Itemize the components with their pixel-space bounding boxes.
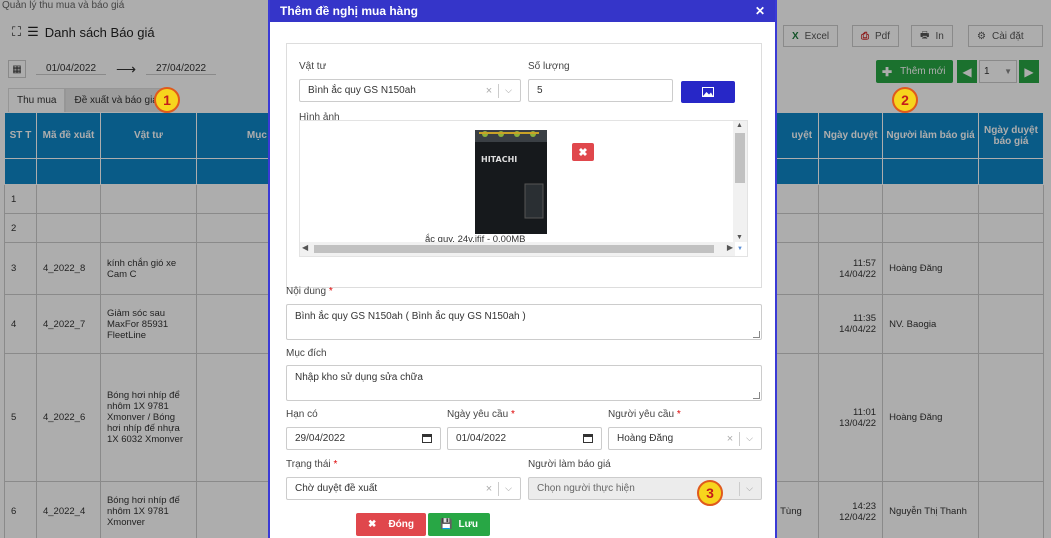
battery-image[interactable]: HITACHI (471, 124, 551, 236)
horizontal-scroll-thumb[interactable] (314, 245, 714, 253)
purchase-request-modal: Thêm đề nghị mua hàng ✕ Vật tư Bình ắc q… (268, 0, 777, 538)
han-co-date-input[interactable]: 29/04/2022 (286, 427, 441, 450)
expand-image-icon[interactable]: ▼ (737, 246, 745, 254)
delete-icon: ✖ (578, 146, 588, 159)
ngay-yeu-cau-date-input[interactable]: 01/04/2022 (447, 427, 602, 450)
muc-dich-value: Nhập kho sử dụng sửa chữa (295, 372, 423, 383)
close-x-icon: ✖ (368, 519, 377, 530)
modal-title: Thêm đề nghị mua hàng (280, 4, 419, 18)
image-preview-area: HITACHI ắc quy. 24v.jfif - 0.00MB ▲ ▼ ◀ … (299, 120, 748, 257)
battery-brand: HITACHI (481, 155, 517, 164)
save-button[interactable]: 💾 Lưu (428, 513, 490, 536)
ngay-yeu-cau-label-text: Ngày yêu cầu (447, 409, 509, 420)
horizontal-scrollbar[interactable]: ◀ ▶ (300, 242, 735, 256)
clear-icon[interactable]: × (486, 85, 492, 97)
so-luong-input[interactable]: 5 (528, 79, 673, 102)
scroll-up-icon[interactable]: ▲ (736, 122, 743, 129)
select-divider (498, 481, 500, 496)
nguoi-yeu-cau-select[interactable]: Hoàng Đăng × ⌵ (608, 427, 762, 450)
calendar-icon[interactable] (583, 434, 593, 443)
resize-handle[interactable] (753, 392, 760, 399)
chevron-down-icon[interactable]: ⌵ (505, 483, 512, 494)
select-divider (739, 481, 741, 496)
muc-dich-textarea[interactable]: Nhập kho sử dụng sửa chữa (286, 365, 762, 401)
chevron-down-icon[interactable]: ⌵ (505, 85, 512, 96)
noi-dung-label: Nội dung * (286, 286, 333, 297)
close-icon[interactable]: ✕ (755, 4, 765, 18)
nguoi-yeu-cau-label: Người yêu cầu * (608, 409, 681, 420)
nguoi-bao-gia-select[interactable]: Chọn người thực hiện ⌵ (528, 477, 762, 500)
required-mark: * (328, 286, 333, 297)
noi-dung-value: Bình ắc quy GS N150ah ( Bình ắc quy GS N… (295, 311, 526, 322)
callout-badge: 2 (892, 87, 918, 113)
upload-image-button[interactable] (681, 81, 735, 103)
modal-body: Vật tư Bình ắc quy GS N150ah × ⌵ Số lượn… (270, 22, 775, 538)
trang-thai-label: Trạng thái * (286, 459, 337, 470)
select-divider (739, 431, 741, 446)
callout-badge: 3 (697, 480, 723, 506)
delete-image-button[interactable]: ✖ (572, 143, 594, 161)
required-mark: * (333, 459, 338, 470)
scroll-down-icon[interactable]: ▼ (736, 234, 743, 241)
nguoi-yeu-cau-value: Hoàng Đăng (617, 433, 674, 444)
noi-dung-textarea[interactable]: Bình ắc quy GS N150ah ( Bình ắc quy GS N… (286, 304, 762, 340)
calendar-icon[interactable] (422, 434, 432, 443)
ngay-yeu-cau-value: 01/04/2022 (456, 433, 507, 444)
close-button-label: Đóng (388, 519, 414, 530)
close-button[interactable]: ✖ Đóng (356, 513, 426, 536)
nguoi-bao-gia-placeholder: Chọn người thực hiện (537, 483, 635, 494)
modal-header: Thêm đề nghị mua hàng ✕ (270, 0, 775, 22)
clear-icon[interactable]: × (486, 483, 492, 495)
resize-handle[interactable] (753, 331, 760, 338)
trang-thai-select[interactable]: Chờ duyệt đề xuất × ⌵ (286, 477, 521, 500)
scroll-left-icon[interactable]: ◀ (302, 243, 308, 252)
vat-tu-label: Vật tư (299, 61, 327, 72)
nguoi-bao-gia-label: Người làm báo giá (528, 459, 611, 470)
vertical-scroll-thumb[interactable] (735, 133, 745, 183)
callout-badge: 1 (154, 87, 180, 113)
select-divider (498, 83, 500, 98)
save-icon: 💾 (440, 519, 453, 530)
item-section: Vật tư Bình ắc quy GS N150ah × ⌵ Số lượn… (286, 43, 762, 288)
muc-dich-label: Mục đích (286, 348, 327, 359)
ngay-yeu-cau-label: Ngày yêu cầu * (447, 409, 515, 420)
scroll-right-icon[interactable]: ▶ (727, 243, 733, 252)
chevron-down-icon[interactable]: ⌵ (746, 483, 753, 494)
so-luong-label: Số lượng (528, 61, 570, 72)
vat-tu-select[interactable]: Bình ắc quy GS N150ah × ⌵ (299, 79, 521, 102)
chevron-down-icon[interactable]: ⌵ (746, 433, 753, 444)
clear-icon[interactable]: × (727, 433, 733, 445)
save-button-label: Lưu (458, 519, 478, 530)
so-luong-value: 5 (537, 85, 543, 96)
nguoi-yeu-cau-label-text: Người yêu cầu (608, 409, 675, 420)
image-icon (702, 87, 714, 97)
required-mark: * (510, 409, 515, 420)
vertical-scrollbar[interactable]: ▲ ▼ (733, 121, 747, 242)
han-co-label: Hạn có (286, 409, 318, 420)
vat-tu-value: Bình ắc quy GS N150ah (308, 85, 416, 96)
trang-thai-value: Chờ duyệt đề xuất (295, 483, 378, 494)
noi-dung-label-text: Nội dung (286, 286, 327, 297)
han-co-value: 29/04/2022 (295, 433, 346, 444)
trang-thai-label-text: Trạng thái (286, 459, 331, 470)
required-mark: * (676, 409, 681, 420)
